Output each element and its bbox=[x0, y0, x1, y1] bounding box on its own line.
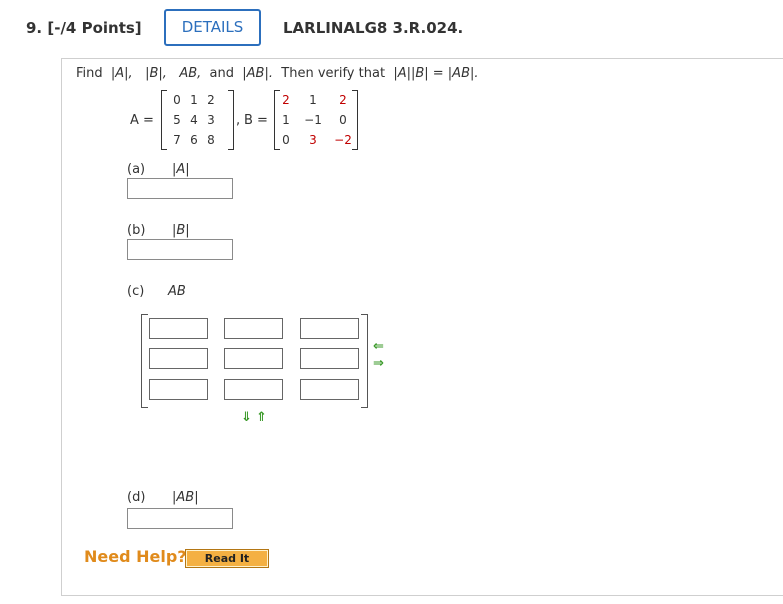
matrix-b-cell: −1 bbox=[304, 113, 322, 127]
question-code: LARLINALG8 3.R.024. bbox=[283, 19, 464, 37]
part-b-answer-input[interactable] bbox=[127, 239, 233, 260]
matrix-separator: , bbox=[236, 113, 241, 128]
arrow-left-icon[interactable]: ⇐ bbox=[373, 339, 384, 354]
ab-cell-input[interactable] bbox=[224, 318, 283, 339]
ab-cell-input[interactable] bbox=[300, 318, 359, 339]
matrix-b-cell: 3 bbox=[309, 133, 317, 147]
matrix-b-label: B = bbox=[244, 113, 268, 128]
part-a-label: |A| bbox=[172, 162, 190, 177]
ab-cell-input[interactable] bbox=[300, 348, 359, 369]
matrix-b-cell: 1 bbox=[282, 113, 290, 127]
matrix-b-cell: 2 bbox=[282, 93, 290, 107]
part-c-label: AB bbox=[168, 284, 186, 299]
matrix-a-cell: 4 bbox=[190, 113, 198, 127]
ab-cell-input[interactable] bbox=[149, 318, 208, 339]
part-b-label: |B| bbox=[172, 223, 190, 238]
part-b-letter: (b) bbox=[127, 223, 146, 238]
matrix-a-cell: 3 bbox=[207, 113, 215, 127]
matrix-right-bracket bbox=[361, 314, 368, 408]
part-c-letter: (c) bbox=[127, 284, 145, 299]
part-d-label: |AB| bbox=[172, 490, 199, 505]
matrix-a-cell: 2 bbox=[207, 93, 215, 107]
matrix-a-cell: 5 bbox=[173, 113, 181, 127]
matrix-a-cell: 6 bbox=[190, 133, 198, 147]
ab-cell-input[interactable] bbox=[149, 379, 208, 400]
need-help-label: Need Help? bbox=[84, 547, 187, 566]
arrow-down-icon[interactable]: ⇓ bbox=[241, 410, 252, 425]
arrow-right-icon[interactable]: ⇒ bbox=[373, 356, 384, 371]
matrix-a-cell: 7 bbox=[173, 133, 181, 147]
part-a-letter: (a) bbox=[127, 162, 146, 177]
ab-cell-input[interactable] bbox=[224, 348, 283, 369]
ab-cell-input[interactable] bbox=[224, 379, 283, 400]
part-d-answer-input[interactable] bbox=[127, 508, 233, 529]
matrix-a-label: A = bbox=[130, 113, 154, 128]
question-header: 9. [-/4 Points] DETAILS LARLINALG8 3.R.0… bbox=[0, 0, 783, 58]
question-number: 9. [-/4 Points] bbox=[26, 19, 142, 37]
part-a-answer-input[interactable] bbox=[127, 178, 233, 199]
matrix-b-cell: 0 bbox=[282, 133, 290, 147]
ab-cell-input[interactable] bbox=[149, 348, 208, 369]
read-it-button[interactable]: Read It bbox=[185, 549, 269, 568]
part-d-letter: (d) bbox=[127, 490, 146, 505]
question-prompt: Find |A|, |B|, AB, and |AB|. Then verify… bbox=[76, 66, 479, 81]
matrix-a-cell: 1 bbox=[190, 93, 198, 107]
matrix-b: 2 1 2 1 −1 0 0 3 −2 bbox=[274, 90, 358, 150]
details-button[interactable]: DETAILS bbox=[164, 9, 261, 46]
matrix-a: 0 1 2 5 4 3 7 6 8 bbox=[161, 90, 234, 150]
matrix-b-cell: 1 bbox=[309, 93, 317, 107]
matrix-b-cell: 0 bbox=[339, 113, 347, 127]
arrow-up-icon[interactable]: ⇑ bbox=[256, 410, 267, 425]
matrix-a-cell: 0 bbox=[173, 93, 181, 107]
ab-cell-input[interactable] bbox=[300, 379, 359, 400]
matrix-b-cell: −2 bbox=[334, 133, 352, 147]
matrix-b-cell: 2 bbox=[339, 93, 347, 107]
matrix-a-cell: 8 bbox=[207, 133, 215, 147]
matrix-left-bracket bbox=[141, 314, 148, 408]
